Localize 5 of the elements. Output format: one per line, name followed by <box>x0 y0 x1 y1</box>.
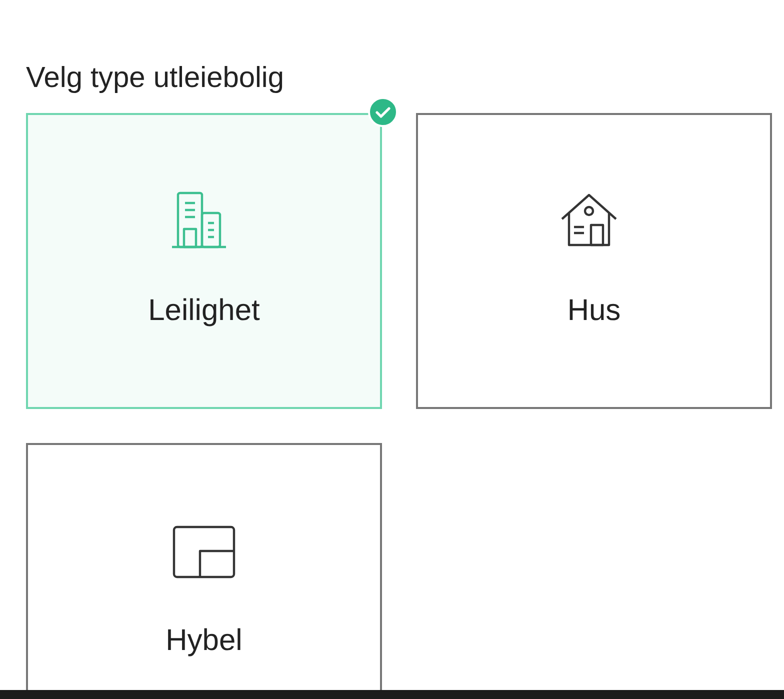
option-card[interactable]: Leilighet <box>26 113 382 409</box>
option-card[interactable]: Hus <box>416 113 772 409</box>
option-card[interactable]: Hybel <box>26 443 382 690</box>
heading: Velg type utleiebolig <box>26 61 285 96</box>
check-icon <box>368 97 398 127</box>
